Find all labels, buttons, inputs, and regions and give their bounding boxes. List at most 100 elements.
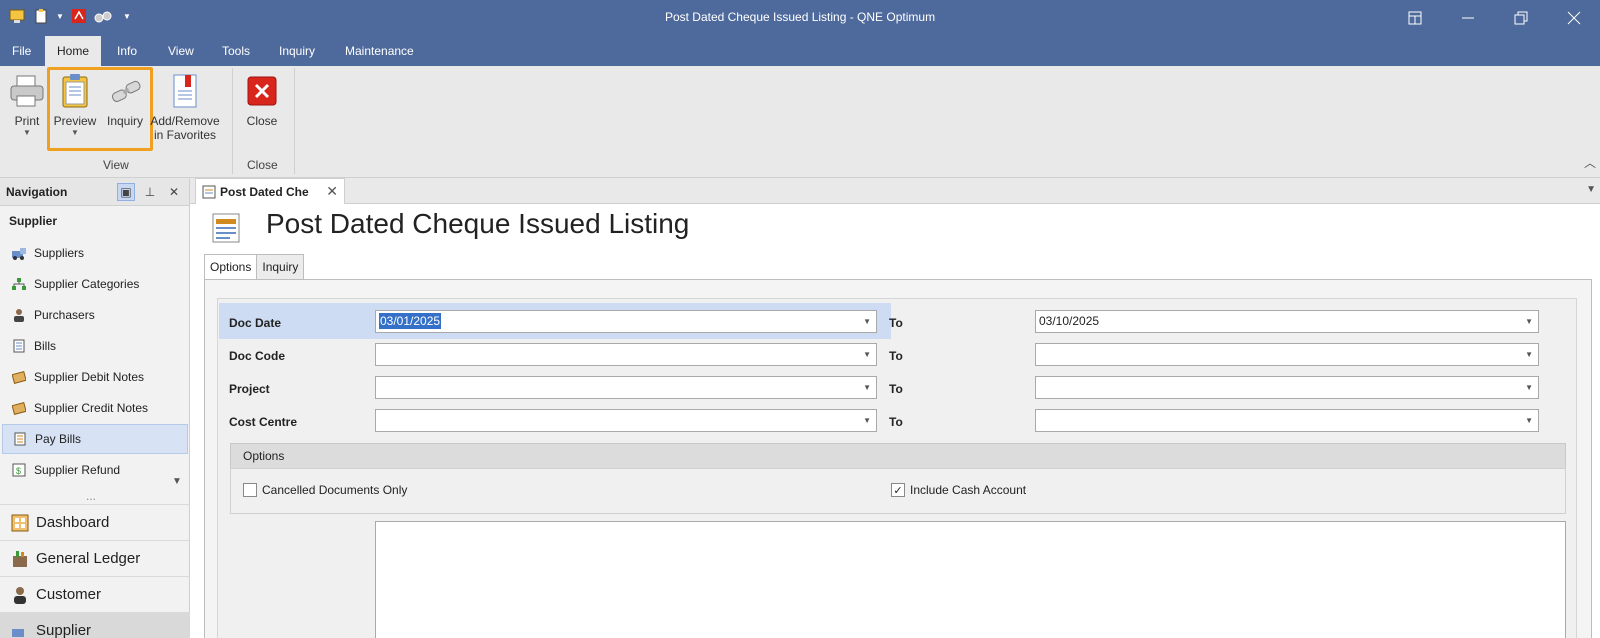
module-customer[interactable]: Customer	[0, 576, 190, 612]
dropdown-arrow-icon[interactable]: ▼	[863, 377, 871, 398]
window-title: Post Dated Cheque Issued Listing - QNE O…	[664, 10, 936, 24]
doc-code-label: Doc Code	[229, 349, 286, 363]
nav-item-label: Supplier Categories	[34, 277, 140, 291]
nav-item-purchasers[interactable]: Purchasers	[2, 300, 188, 330]
navigation-pane: Navigation ▣ ⊥ ✕ Supplier Suppliers Supp…	[0, 178, 190, 638]
dropdown-arrow-icon[interactable]: ▼	[863, 311, 871, 332]
module-general-ledger[interactable]: General Ledger	[0, 540, 190, 576]
doc-date-to-input[interactable]: 03/10/2025 ▼	[1035, 310, 1539, 333]
close-button[interactable]: Close	[240, 72, 284, 128]
tab-file[interactable]: File	[0, 36, 43, 66]
collapse-ribbon-icon[interactable]: ︿	[1584, 154, 1596, 171]
close-red-icon	[244, 72, 280, 110]
nav-item-bills[interactable]: Bills	[2, 331, 188, 361]
dropdown-arrow-icon[interactable]: ▼	[863, 410, 871, 431]
tab-inquiry[interactable]: Inquiry	[267, 36, 327, 66]
inquiry-label: Inquiry	[106, 114, 144, 128]
chevron-down-icon: ▼	[23, 128, 31, 137]
nav-item-label: Supplier Debit Notes	[34, 370, 145, 384]
nav-item-suppliers[interactable]: Suppliers	[2, 238, 188, 268]
doc-code-from-input[interactable]: ▼	[375, 343, 877, 366]
favorites-label-line2: in Favorites	[153, 128, 217, 142]
project-label: Project	[229, 382, 270, 396]
doc-code-to-input[interactable]: ▼	[1035, 343, 1539, 366]
inquiry-button[interactable]: Inquiry	[102, 72, 148, 128]
nav-item-supplier-refund[interactable]: $ Supplier Refund	[2, 455, 188, 485]
favorites-toggle-icon[interactable]: ▣	[117, 183, 135, 201]
checkbox-label: Cancelled Documents Only	[262, 483, 408, 497]
doc-date-from-input[interactable]: 03/01/2025 ▼	[375, 310, 877, 333]
nav-item-supplier-credit-notes[interactable]: Supplier Credit Notes	[2, 393, 188, 423]
nav-item-supplier-categories[interactable]: Supplier Categories	[2, 269, 188, 299]
page-title: Post Dated Cheque Issued Listing	[266, 208, 690, 239]
dropdown-arrow-icon[interactable]: ▼	[1525, 311, 1533, 332]
nav-item-supplier-debit-notes[interactable]: Supplier Debit Notes	[2, 362, 188, 392]
nav-item-label: Purchasers	[34, 308, 95, 322]
chevron-down-icon[interactable]: ▼	[172, 476, 182, 487]
doc-date-from-value: 03/01/2025	[379, 313, 442, 329]
main-content: Post Dated Cheque Issued Listing Options…	[190, 204, 1600, 638]
tab-options[interactable]: Options	[204, 254, 258, 282]
binoculars-icon	[107, 72, 143, 110]
tab-view[interactable]: View	[156, 36, 206, 66]
project-from-input[interactable]: ▼	[375, 376, 877, 399]
pin-icon[interactable]: ⊥	[141, 183, 159, 201]
add-remove-favorites-button[interactable]: Add/Remove in Favorites	[150, 72, 220, 142]
nav-section-title: Supplier	[9, 214, 58, 228]
module-dashboard[interactable]: Dashboard	[0, 504, 190, 540]
project-to-input[interactable]: ▼	[1035, 376, 1539, 399]
checkmark-icon: ✓	[891, 483, 905, 497]
nav-item-label: Supplier Refund	[34, 463, 121, 477]
close-icon[interactable]: ✕	[165, 183, 183, 201]
module-label: Customer	[36, 586, 102, 603]
group-label-view: View	[103, 158, 129, 172]
svg-text:$: $	[16, 466, 21, 476]
dropdown-arrow-icon[interactable]: ▼	[1525, 344, 1533, 365]
suppliers-icon	[10, 244, 28, 262]
dropdown-arrow-icon[interactable]: ▼	[863, 344, 871, 365]
refund-icon: $	[10, 461, 28, 479]
minimize-icon[interactable]	[1441, 0, 1494, 36]
tab-maintenance[interactable]: Maintenance	[333, 36, 426, 66]
to-label: To	[889, 415, 903, 429]
chevron-down-icon: ▼	[71, 128, 79, 137]
cancelled-documents-only-checkbox[interactable]: Cancelled Documents Only	[243, 483, 407, 497]
module-label: Dashboard	[36, 514, 110, 531]
options-group-header: Options	[230, 443, 1566, 469]
report-icon	[212, 213, 240, 243]
layout-icon[interactable]	[1388, 0, 1441, 36]
dashboard-icon	[10, 513, 30, 533]
cost-centre-from-input[interactable]: ▼	[375, 409, 877, 432]
navigation-header: Navigation ▣ ⊥ ✕	[0, 178, 189, 206]
to-label: To	[889, 349, 903, 363]
nav-item-pay-bills[interactable]: Pay Bills	[2, 424, 188, 454]
nav-item-label: Bills	[34, 339, 57, 353]
person-icon	[10, 306, 28, 324]
tab-inquiry[interactable]: Inquiry	[256, 254, 305, 280]
print-label: Print	[14, 114, 40, 128]
options-panel: Doc Date 03/01/2025 ▼ To 03/10/2025 ▼ Do…	[204, 279, 1592, 638]
tab-tools[interactable]: Tools	[210, 36, 262, 66]
document-tab[interactable]: Post Dated Che ✕	[195, 178, 345, 204]
nav-item-label: Supplier Credit Notes	[34, 401, 149, 415]
cost-centre-to-input[interactable]: ▼	[1035, 409, 1539, 432]
dropdown-arrow-icon[interactable]: ▼	[1525, 410, 1533, 431]
navigation-title: Navigation	[6, 185, 68, 199]
preview-label: Preview	[53, 114, 97, 128]
tab-list-dropdown-icon[interactable]: ▼	[1586, 184, 1596, 195]
print-button[interactable]: Print ▼	[6, 72, 48, 137]
bill-icon	[10, 337, 28, 355]
restore-icon[interactable]	[1494, 0, 1547, 36]
nav-more-indicator[interactable]: ...	[86, 489, 96, 503]
close-icon[interactable]: ✕	[326, 183, 338, 200]
notes-area[interactable]	[375, 521, 1566, 638]
module-supplier[interactable]: Supplier	[0, 612, 190, 638]
tab-info[interactable]: Info	[105, 36, 149, 66]
to-label: To	[889, 382, 903, 396]
dropdown-arrow-icon[interactable]: ▼	[1525, 377, 1533, 398]
cost-centre-label: Cost Centre	[229, 415, 298, 429]
tab-home[interactable]: Home	[45, 36, 102, 66]
include-cash-account-checkbox[interactable]: ✓ Include Cash Account	[891, 483, 1026, 497]
close-icon[interactable]	[1547, 0, 1600, 36]
preview-button[interactable]: Preview ▼	[52, 72, 98, 137]
